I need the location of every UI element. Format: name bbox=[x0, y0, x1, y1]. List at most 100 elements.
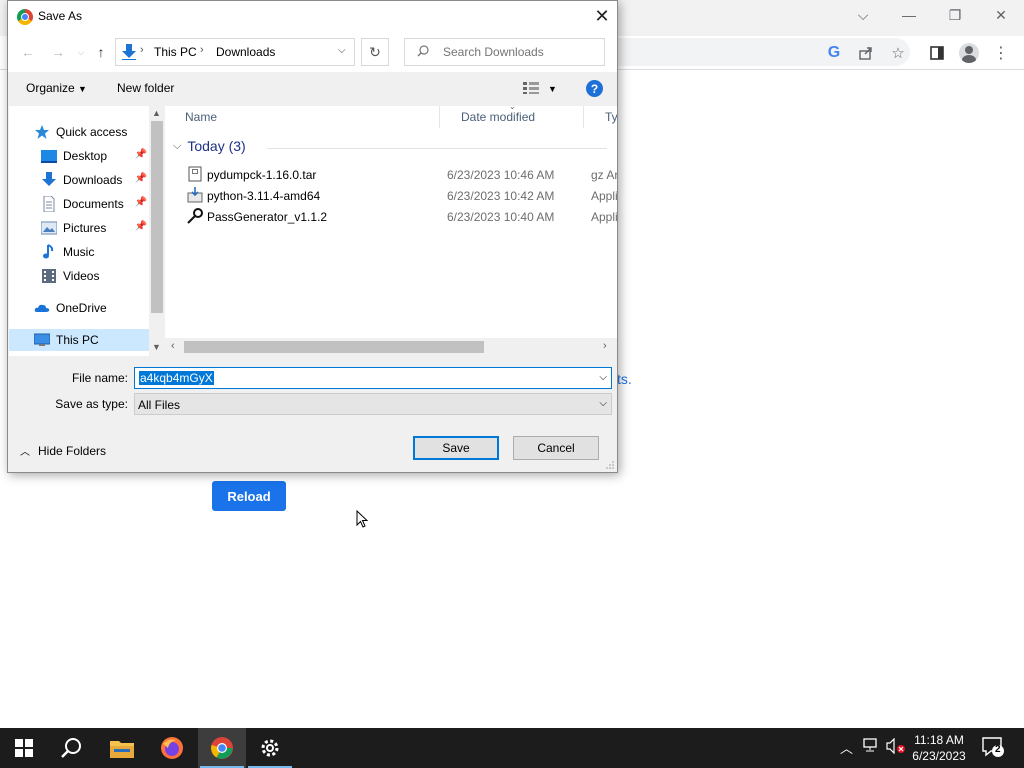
desktop-icon bbox=[41, 150, 57, 163]
nav-item-downloads[interactable]: Downloads 📌 bbox=[9, 169, 149, 191]
restore-button[interactable]: ❐ bbox=[932, 0, 978, 30]
scroll-down-icon[interactable]: ▼ bbox=[152, 342, 161, 352]
file-date: 6/23/2023 10:46 AM bbox=[447, 168, 555, 182]
cancel-button[interactable]: Cancel bbox=[513, 436, 599, 460]
file-list-horizontal-scrollbar[interactable]: ‹ › bbox=[165, 338, 617, 356]
back-arrow-icon[interactable]: ← bbox=[17, 42, 39, 62]
pictures-icon bbox=[41, 221, 57, 235]
kebab-menu-icon[interactable]: ⋮ bbox=[990, 42, 1012, 64]
file-row[interactable]: PassGenerator_v1.1.2 6/23/2023 10:40 AM … bbox=[165, 206, 617, 227]
hide-folders-label: Hide Folders bbox=[38, 443, 107, 458]
recent-locations-chevron-icon[interactable]: ⌵ bbox=[70, 42, 92, 62]
firefox-icon[interactable] bbox=[148, 728, 196, 768]
column-header-name[interactable]: Name bbox=[165, 106, 440, 128]
nav-item-label: Documents bbox=[63, 197, 124, 211]
forward-arrow-icon[interactable]: → bbox=[47, 42, 69, 62]
chevron-up-icon: ︿ bbox=[20, 447, 30, 458]
tab-search-chevron-icon[interactable]: ⌵ bbox=[840, 0, 886, 30]
start-icon[interactable] bbox=[0, 728, 48, 768]
share-icon[interactable] bbox=[855, 42, 877, 64]
save-as-type-chevron-icon: ⌵ bbox=[599, 398, 607, 409]
nav-item-music[interactable]: Music bbox=[9, 241, 149, 263]
refresh-icon[interactable]: ↻ bbox=[361, 38, 389, 66]
file-date: 6/23/2023 10:40 AM bbox=[447, 210, 555, 224]
search-box[interactable] bbox=[404, 38, 605, 66]
settings-gear-icon[interactable] bbox=[246, 728, 294, 768]
search-input[interactable] bbox=[443, 44, 593, 60]
dialog-close-button[interactable]: ✕ bbox=[587, 1, 617, 31]
file-explorer-icon[interactable] bbox=[98, 728, 146, 768]
pin-icon: 📌 bbox=[134, 149, 147, 160]
nav-item-onedrive[interactable]: OneDrive bbox=[9, 297, 149, 319]
downloads-location-icon bbox=[122, 44, 136, 60]
file-name-value[interactable]: a4kqb4mGyX bbox=[139, 371, 214, 385]
star-icon bbox=[35, 125, 49, 139]
minimize-button[interactable]: — bbox=[886, 0, 932, 30]
scroll-thumb[interactable] bbox=[151, 121, 163, 313]
file-name: pydumpck-1.16.0.tar bbox=[207, 168, 317, 182]
chrome-icon[interactable] bbox=[198, 728, 246, 768]
page-link-text[interactable]: ts. bbox=[617, 371, 632, 387]
navigation-pane: Quick access Desktop 📌 Downloads 📌 Docum… bbox=[9, 106, 149, 356]
browser-close-button[interactable]: ✕ bbox=[978, 0, 1024, 30]
file-row[interactable]: python-3.11.4-amd64 6/23/2023 10:42 AM A… bbox=[165, 185, 617, 206]
bookmark-star-icon[interactable]: ☆ bbox=[887, 42, 909, 64]
nav-item-videos[interactable]: Videos bbox=[9, 265, 149, 287]
network-icon[interactable] bbox=[862, 738, 878, 755]
help-icon[interactable]: ? bbox=[586, 80, 603, 97]
save-as-type-select[interactable]: All Files ⌵ bbox=[134, 393, 612, 415]
clock[interactable]: 11:18 AM 6/23/2023 bbox=[906, 732, 972, 764]
download-arrow-icon bbox=[42, 172, 56, 186]
collapse-chevron-icon[interactable]: ⌵ bbox=[173, 140, 181, 153]
new-folder-button[interactable]: New folder bbox=[117, 81, 174, 95]
hide-folders-toggle[interactable]: ︿ Hide Folders bbox=[20, 443, 107, 459]
column-header-type[interactable]: Type bbox=[585, 106, 617, 128]
breadcrumb[interactable]: › This PC › Downloads ⌵ bbox=[115, 38, 355, 66]
scroll-right-icon[interactable]: › bbox=[603, 340, 607, 352]
show-hidden-icons-chevron-icon[interactable]: ︿ bbox=[840, 738, 853, 757]
file-row[interactable]: pydumpck-1.16.0.tar 6/23/2023 10:46 AM g… bbox=[165, 164, 617, 185]
search-icon[interactable] bbox=[48, 728, 96, 768]
nav-item-documents[interactable]: Documents 📌 bbox=[9, 193, 149, 215]
address-dropdown-chevron-icon[interactable]: ⌵ bbox=[338, 45, 346, 56]
pin-icon: 📌 bbox=[134, 173, 147, 184]
file-name-field[interactable]: a4kqb4mGyX ⌵ bbox=[134, 367, 612, 389]
installer-icon bbox=[187, 187, 203, 203]
music-note-icon bbox=[43, 244, 54, 259]
nav-item-pictures[interactable]: Pictures 📌 bbox=[9, 217, 149, 239]
scroll-thumb[interactable] bbox=[184, 341, 484, 353]
nav-pane-scrollbar[interactable]: ▲ ▼ bbox=[149, 106, 165, 356]
dialog-titlebar: Save As ✕ bbox=[8, 1, 617, 32]
scroll-up-icon[interactable]: ▲ bbox=[152, 108, 161, 118]
profile-avatar-icon[interactable] bbox=[958, 42, 980, 64]
volume-muted-icon[interactable] bbox=[886, 737, 906, 757]
file-name-label: File name: bbox=[71, 371, 128, 385]
resize-grip-icon[interactable] bbox=[605, 460, 615, 470]
organize-menu[interactable]: Organize ▼ bbox=[26, 81, 87, 95]
file-date: 6/23/2023 10:42 AM bbox=[447, 189, 555, 203]
view-dropdown-chevron-icon[interactable]: ▼ bbox=[548, 84, 557, 94]
breadcrumb-this-pc[interactable]: This PC bbox=[154, 45, 197, 59]
nav-item-desktop[interactable]: Desktop 📌 bbox=[9, 145, 149, 167]
computer-icon bbox=[34, 333, 50, 346]
file-list: Name Date modified Type ⌄ ⌵ Today (3) py… bbox=[165, 106, 617, 338]
file-name: python-3.11.4-amd64 bbox=[207, 189, 321, 203]
clock-date: 6/23/2023 bbox=[912, 749, 966, 763]
sort-chevron-icon: ⌄ bbox=[509, 106, 516, 111]
up-arrow-icon[interactable]: ↑ bbox=[90, 42, 112, 62]
nav-item-quick-access[interactable]: Quick access bbox=[9, 121, 149, 143]
save-button[interactable]: Save bbox=[413, 436, 499, 460]
group-header-today[interactable]: ⌵ Today (3) bbox=[173, 138, 246, 154]
key-icon bbox=[187, 208, 203, 224]
cloud-icon bbox=[34, 304, 50, 312]
nav-item-this-pc[interactable]: This PC bbox=[9, 329, 149, 351]
reload-button[interactable]: Reload bbox=[212, 481, 286, 511]
breadcrumb-downloads[interactable]: Downloads bbox=[216, 45, 275, 59]
pin-icon: 📌 bbox=[134, 221, 147, 232]
view-options-icon[interactable] bbox=[523, 82, 541, 94]
side-panel-icon[interactable] bbox=[926, 42, 948, 64]
scroll-left-icon[interactable]: ‹ bbox=[171, 340, 175, 352]
notification-center-icon[interactable]: 2 bbox=[981, 736, 1005, 758]
file-name-dropdown-chevron-icon[interactable]: ⌵ bbox=[599, 372, 607, 383]
google-lens-icon[interactable]: G bbox=[823, 42, 845, 64]
